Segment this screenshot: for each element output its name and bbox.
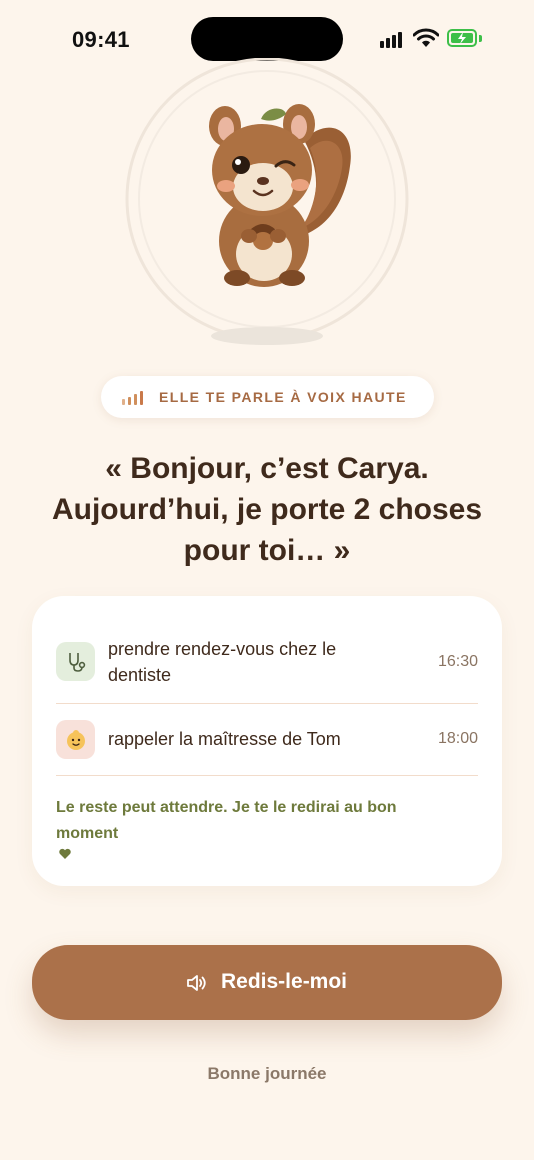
dynamic-island — [191, 17, 343, 61]
divider — [56, 775, 478, 776]
task-title-line-2: dentiste — [108, 665, 172, 685]
task-item[interactable]: rappeler la maîtresse de Tom 18:00 — [56, 718, 478, 762]
task-title-line-1: prendre rendez-vous chez le — [108, 639, 337, 659]
baby-face-icon — [56, 720, 95, 759]
task-title: prendre rendez-vous chez le dentiste — [108, 636, 336, 688]
heart-icon — [59, 848, 71, 859]
cellular-signal-icon — [380, 30, 406, 48]
task-time: 16:30 — [437, 653, 478, 670]
task-title: rappeler la maîtresse de Tom — [108, 729, 341, 749]
task-time: 18:00 — [437, 730, 478, 747]
greeting-line-3: pour toi… » — [183, 534, 351, 567]
mascot-pedestal — [211, 327, 323, 345]
speaker-icon — [187, 975, 206, 991]
greeting-message: « Bonjour, c’est Carya. Aujourd’hui, je … — [30, 448, 504, 571]
battery-icon — [447, 29, 477, 47]
status-time: 09:41 — [72, 27, 130, 52]
voice-badge-label: ELLE TE PARLE À VOIX HAUTE — [159, 389, 407, 405]
divider — [56, 703, 478, 704]
audio-level-icon — [122, 391, 150, 405]
task-item[interactable]: prendre rendez-vous chez le dentiste 16:… — [56, 636, 478, 688]
reassurance-line-1: Le reste peut attendre. Je te le redirai… — [56, 799, 397, 816]
greeting-line-2: Aujourd’hui, je porte 2 choses — [51, 493, 483, 526]
goodbye-link[interactable]: Bonne journée — [0, 1064, 534, 1084]
wifi-icon — [413, 28, 439, 47]
squirrel-mascot — [125, 57, 409, 341]
battery-cap — [479, 35, 482, 42]
replay-button-label: Redis-le-moi — [221, 970, 348, 993]
reassurance-line-2: moment — [56, 825, 119, 842]
reassurance-message: Le reste peut attendre. Je te le redirai… — [56, 795, 456, 847]
stethoscope-icon — [56, 642, 95, 681]
greeting-line-1: « Bonjour, c’est Carya. — [105, 452, 429, 485]
mascot-area — [118, 57, 416, 356]
